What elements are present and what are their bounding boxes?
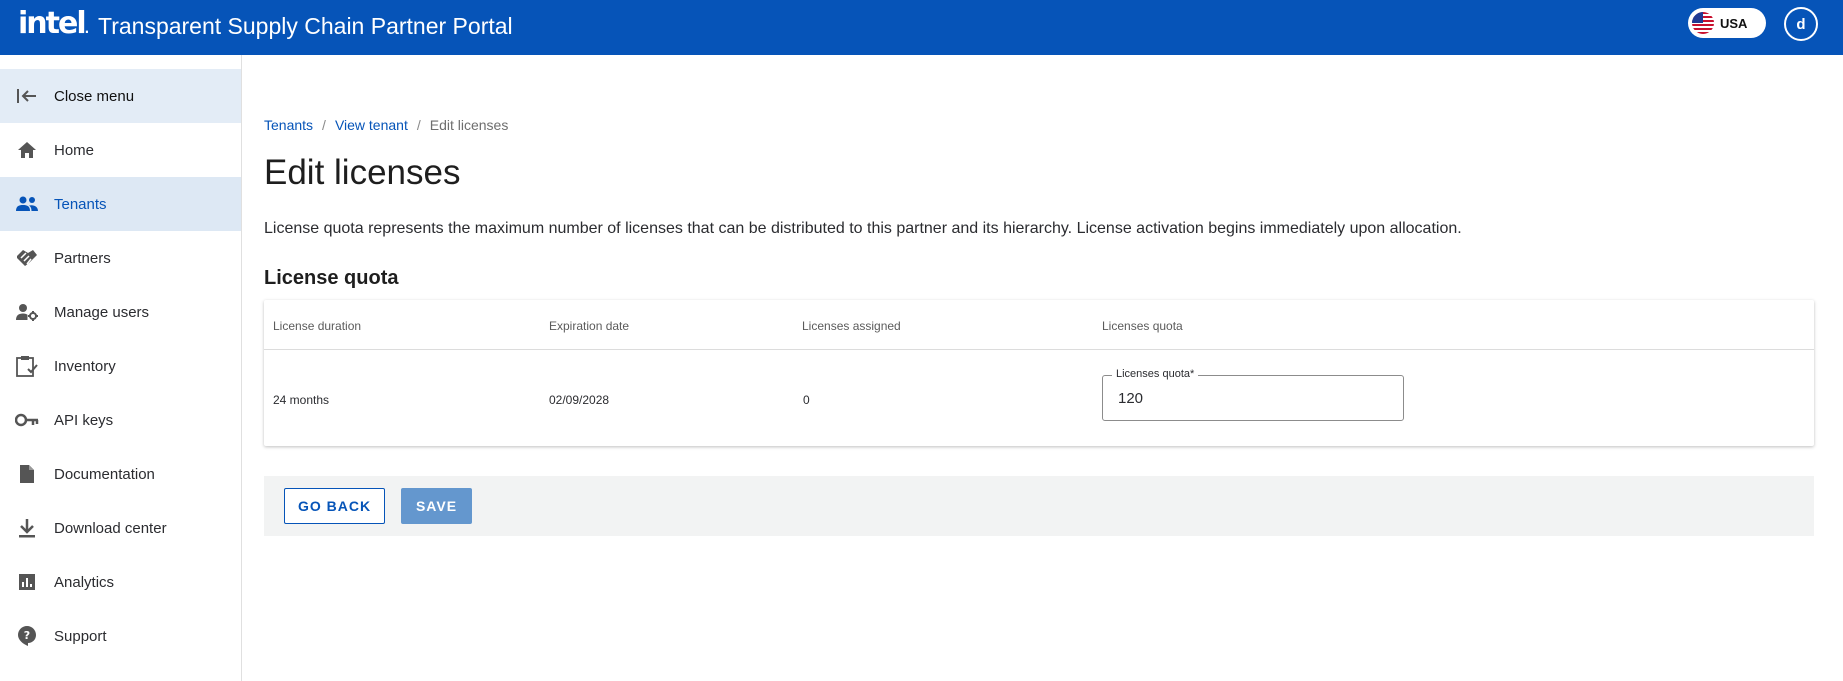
top-app-bar: intel. Transparent Supply Chain Partner … [0,0,1843,55]
column-header-licenses-assigned: Licenses assigned [802,319,901,333]
sidebar-item-api-keys[interactable]: API keys [0,393,241,447]
breadcrumb-separator: / [416,117,421,133]
handshake-icon [14,246,40,270]
clipboard-check-icon [14,354,40,378]
cell-licenses-assigned: 0 [803,393,810,407]
column-header-licenses-quota: Licenses quota [1102,319,1183,333]
column-header-license-duration: License duration [273,319,362,333]
breadcrumb-separator: / [322,117,326,133]
sidebar-item-download-center[interactable]: Download center [0,501,241,555]
collapse-menu-icon [14,84,40,108]
sidebar-item-label: Download center [54,519,167,537]
breadcrumb-link-tenants[interactable]: Tenants [264,117,313,133]
licenses-quota-field: Licenses quota* [1102,367,1404,421]
sidebar-item-home[interactable]: Home [0,123,241,177]
sidebar-item-analytics[interactable]: Analytics [0,555,241,609]
action-bar: GO BACK SAVE [264,476,1814,536]
cell-license-duration: 24 months [273,393,330,407]
page-description: License quota represents the maximum num… [264,220,1462,237]
breadcrumb: Tenants / View tenant / Edit licenses [264,117,508,133]
header-divider [264,349,1814,350]
user-settings-icon [14,300,40,324]
analytics-icon [14,570,40,594]
sidebar-nav: Close menu Home Tenants Partners Manage … [0,55,242,681]
download-icon [14,516,40,540]
home-icon [14,138,40,162]
intel-logo[interactable]: intel. [18,6,89,46]
licenses-quota-input[interactable] [1103,376,1403,420]
sidebar-item-label: Close menu [54,87,135,105]
page-title: Edit licenses [264,153,461,192]
sidebar-item-label: API keys [54,411,114,429]
region-selector[interactable]: USA [1688,8,1766,38]
sidebar-item-label: Partners [54,249,111,267]
help-icon: ? [14,624,40,648]
breadcrumb-current: Edit licenses [429,117,509,133]
sidebar-item-documentation[interactable]: Documentation [0,447,241,501]
sidebar-item-label: Manage users [54,303,150,321]
sidebar-item-manage-users[interactable]: Manage users [0,285,241,339]
go-back-button[interactable]: GO BACK [284,488,385,524]
section-title: License quota [264,267,399,289]
sidebar-item-label: Analytics [54,573,115,591]
user-avatar[interactable]: d [1784,7,1818,41]
region-label: USA [1720,15,1748,31]
column-header-expiration-date: Expiration date [549,319,630,333]
sidebar-item-label: Home [54,141,95,159]
sidebar-item-label: Tenants [54,195,107,213]
sidebar-item-label: Inventory [54,357,116,375]
sidebar-item-partners[interactable]: Partners [0,231,241,285]
cell-expiration-date: 02/09/2028 [549,393,610,407]
breadcrumb-link-view-tenant[interactable]: View tenant [335,117,408,133]
app-title: Transparent Supply Chain Partner Portal [98,13,513,39]
logo-text: intel [18,6,87,41]
key-icon [14,408,40,432]
licenses-quota-label: Licenses quota* [1112,367,1199,381]
logo-dot: . [84,22,89,36]
sidebar-item-label: Documentation [54,465,155,483]
save-button[interactable]: SAVE [401,488,472,524]
sidebar-item-close-menu[interactable]: Close menu [0,69,241,123]
us-flag-icon [1692,12,1714,34]
sidebar-item-support[interactable]: ? Support [0,609,241,663]
sidebar-item-label: Support [54,627,107,645]
license-quota-table: License duration Expiration date License… [264,300,1814,446]
svg-text:?: ? [24,629,30,642]
sidebar-item-inventory[interactable]: Inventory [0,339,241,393]
document-icon [14,462,40,486]
sidebar-item-tenants[interactable]: Tenants [0,177,241,231]
people-icon [14,192,40,216]
